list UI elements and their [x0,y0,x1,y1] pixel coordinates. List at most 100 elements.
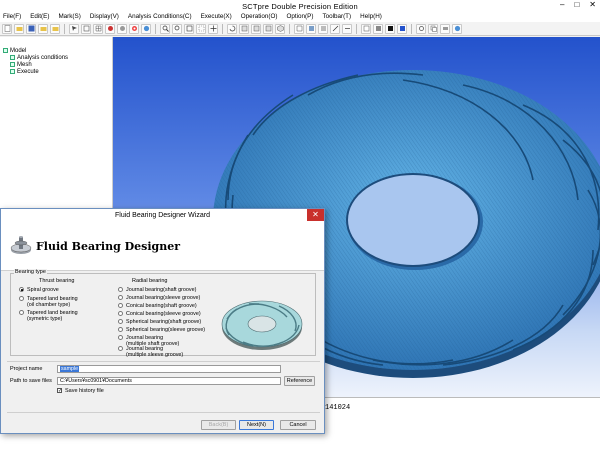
copy-icon[interactable] [428,23,438,34]
close-window-button[interactable]: ✕ [589,0,596,9]
tree-item-analysis-conditions[interactable]: Analysis conditions [0,54,112,61]
help-icon[interactable] [452,23,462,34]
new-file-icon[interactable] [2,23,12,34]
save-icon[interactable] [26,23,36,34]
separator [7,361,320,362]
radio-spherical-sleeve[interactable]: Spherical bearing(sleeve groove) [118,327,205,333]
view-iso-icon[interactable] [275,23,285,34]
hidden-line-icon[interactable] [318,23,328,34]
section-icon[interactable] [342,23,352,34]
menu-bar: File(F) Edit(E) Mark(S) Display(V) Analy… [0,12,600,22]
mesh-icon[interactable] [93,23,103,34]
folder-icon [10,55,15,60]
minimize-button[interactable]: – [560,0,564,9]
next-button[interactable]: Next(N) [239,420,274,430]
target-icon[interactable] [129,23,139,34]
toolbar [0,22,600,36]
settings-icon[interactable] [416,23,426,34]
menu-operation[interactable]: Operation(O) [241,12,278,22]
radio-conical-sleeve[interactable]: Conical bearing(sleeve groove) [118,311,201,317]
grid-icon[interactable] [81,23,91,34]
record-icon[interactable] [105,23,115,34]
project-name-input[interactable]: sample [57,365,281,373]
save-history-checkbox[interactable]: ✓ [57,388,62,394]
radio-journal-shaft[interactable]: Journal bearing(shaft groove) [118,287,196,293]
menu-analysis-conditions[interactable]: Analysis Conditions(C) [128,12,192,22]
zoom-out-icon[interactable] [172,23,182,34]
globe-icon[interactable] [141,23,151,34]
radio-unselected[interactable] [118,303,123,308]
open-folder-icon[interactable] [14,23,24,34]
color-black-icon[interactable] [385,23,395,34]
tree-item-model[interactable]: Model [0,47,112,54]
radio-unselected[interactable] [118,346,123,351]
dialog-header: Fluid Bearing Designer [1,222,324,271]
shade-icon[interactable] [306,23,316,34]
export-icon[interactable] [50,23,60,34]
dialog-close-button[interactable]: ✕ [307,209,324,221]
option-label: Conical bearing(shaft groove) [126,303,197,309]
fluid-bearing-wizard-dialog: Fluid Bearing Designer Wizard ✕ Fluid Be… [0,208,325,434]
tree-item-mesh[interactable]: Mesh [0,61,112,68]
save-path-label: Path to save files [10,378,52,384]
tree-item-execute[interactable]: Execute [0,68,112,75]
radio-tapered-land-oil-chamber[interactable]: Tapered land bearing (oil chamber type) [19,296,78,308]
save-path-input[interactable]: C:¥Users¥sc0901¥Documents [57,377,281,385]
radio-selected[interactable] [19,287,24,292]
reference-button[interactable]: Reference [284,376,315,386]
menu-execute[interactable]: Execute(X) [201,12,232,22]
radio-unselected[interactable] [118,327,123,332]
tree-item-label: Model [10,47,27,54]
menu-mark[interactable]: Mark(S) [58,12,80,22]
option-label: Spherical bearing(sleeve groove) [126,327,206,333]
zoom-in-icon[interactable] [160,23,170,34]
menu-help[interactable]: Help(H) [360,12,382,22]
project-name-label: Project name [10,366,43,372]
color-gray-icon[interactable] [373,23,383,34]
edge-icon[interactable] [330,23,340,34]
menu-edit[interactable]: Edit(E) [30,12,49,22]
wireframe-icon[interactable] [294,23,304,34]
pan-icon[interactable] [208,23,218,34]
menu-toolbar[interactable]: Toolbar(T) [322,12,351,22]
stop-icon[interactable] [117,23,127,34]
zoom-window-icon[interactable] [196,23,206,34]
import-icon[interactable] [38,23,48,34]
cancel-button[interactable]: Cancel [280,420,316,430]
tree-item-label: Execute [17,68,39,75]
radio-spherical-shaft[interactable]: Spherical bearing(shaft groove) [118,319,201,325]
option-label: Tapered land bearing (symetric type) [27,310,78,322]
view-front-icon[interactable] [239,23,249,34]
radio-unselected[interactable] [118,287,123,292]
menu-option[interactable]: Option(P) [286,12,313,22]
back-button[interactable]: Back(B) [201,420,236,430]
rotate-icon[interactable] [227,23,237,34]
print-icon[interactable] [440,23,450,34]
radio-journal-multiple-sleeve[interactable]: Journal bearing (multiple sleeve groove) [118,346,183,358]
menu-display[interactable]: Display(V) [90,12,119,22]
option-label: Journal bearing(sleeve groove) [126,295,201,301]
view-side-icon[interactable] [263,23,273,34]
window-title: SCTpre Double Precision Edition [242,2,358,11]
menu-file[interactable]: File(F) [3,12,21,22]
color-white-icon[interactable] [361,23,371,34]
thrust-bearing-header: Thrust bearing [39,278,75,284]
color-blue-icon[interactable] [397,23,407,34]
radio-unselected[interactable] [118,319,123,324]
radio-unselected[interactable] [19,296,24,301]
output-text: 141024 [325,404,351,412]
model-icon [3,48,8,53]
zoom-fit-icon[interactable] [184,23,194,34]
view-top-icon[interactable] [251,23,261,34]
radio-journal-sleeve[interactable]: Journal bearing(sleeve groove) [118,295,200,301]
radio-unselected[interactable] [19,310,24,315]
select-icon[interactable] [69,23,79,34]
radio-conical-shaft[interactable]: Conical bearing(shaft groove) [118,303,197,309]
radio-unselected[interactable] [118,295,123,300]
tree-item-label: Analysis conditions [17,54,69,61]
maximize-button[interactable]: □ [574,0,579,9]
radio-unselected[interactable] [118,335,123,340]
radio-spiral-groove[interactable]: Spiral groove [19,287,59,293]
radio-tapered-land-symmetric[interactable]: Tapered land bearing (symetric type) [19,310,78,322]
radio-unselected[interactable] [118,311,123,316]
